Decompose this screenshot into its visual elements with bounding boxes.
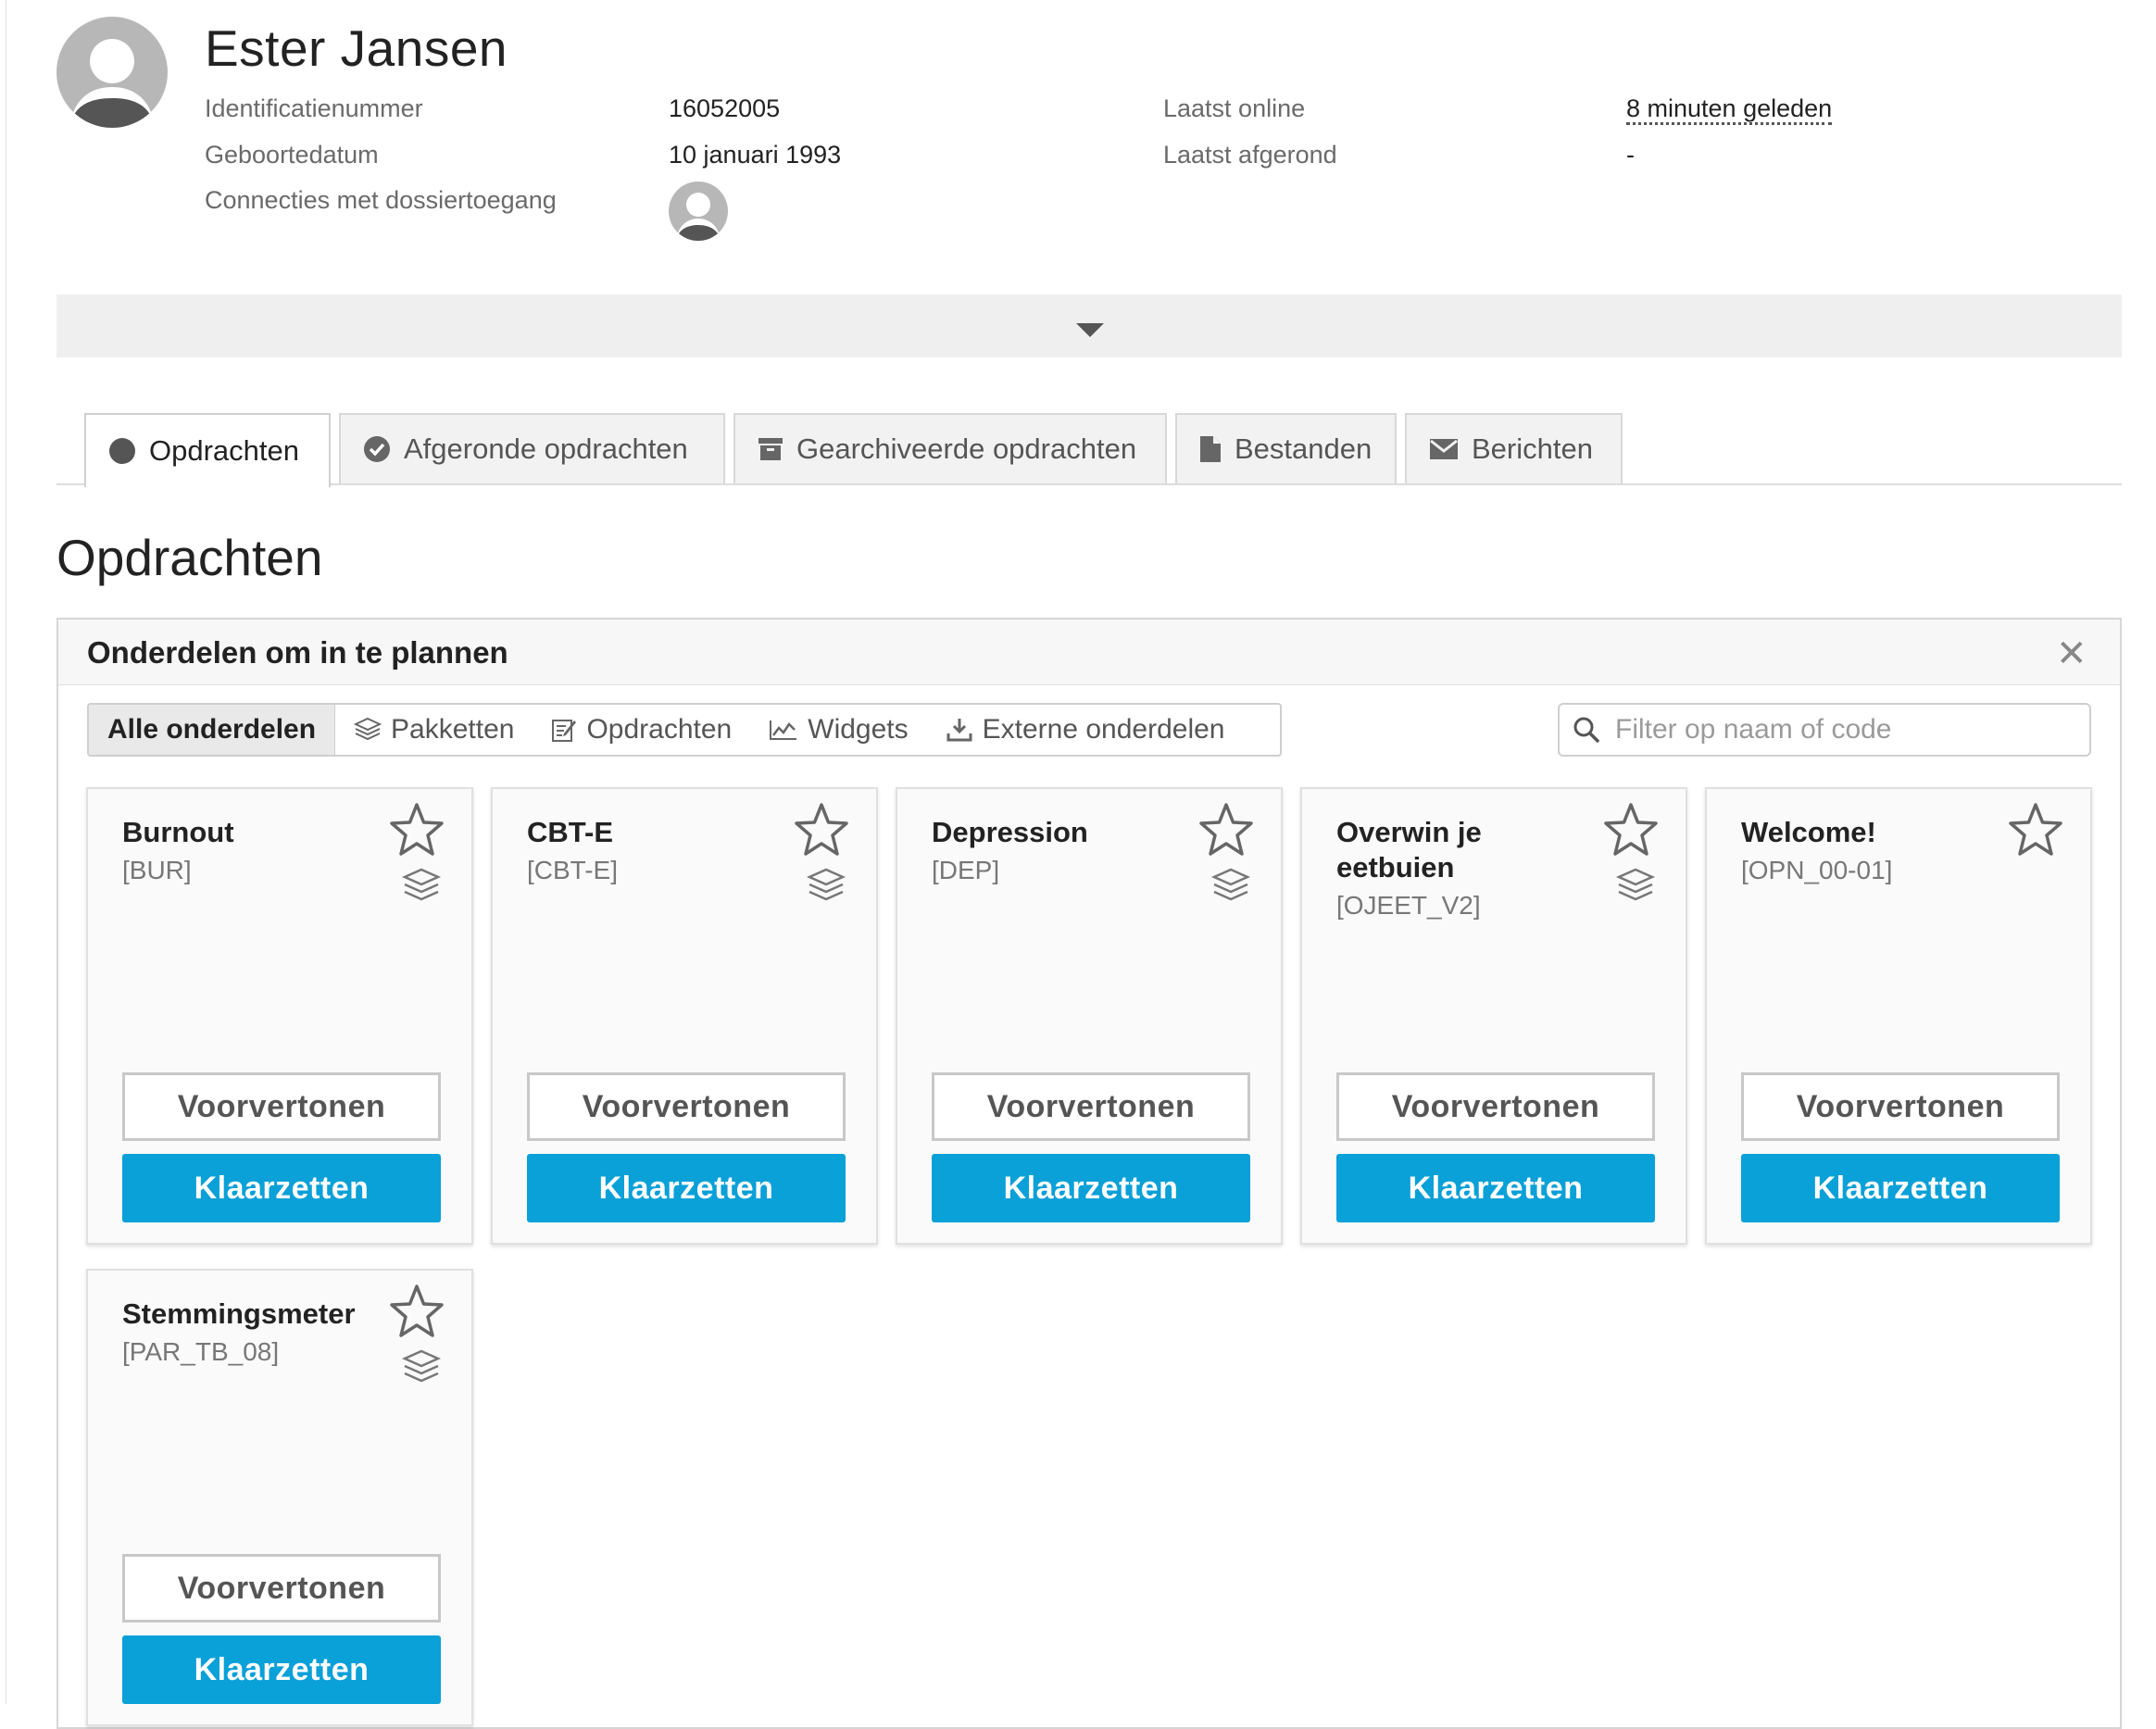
card-code: [PAR_TB_08] [122, 1337, 280, 1366]
panel-title: Onderdelen om in te plannen [87, 635, 508, 670]
tab-bar-line [56, 483, 2122, 485]
last-completed-value: - [1626, 141, 1635, 169]
stack-icon [354, 717, 382, 741]
preview-button[interactable]: Voorvertonen [122, 1072, 441, 1141]
tab-label: Berichten [1472, 432, 1593, 465]
filter-label: Externe onderdelen [982, 714, 1225, 745]
klaarzetten-button[interactable]: Klaarzetten [122, 1635, 441, 1704]
star-icon[interactable] [1602, 802, 1660, 858]
tab-bestanden[interactable]: Bestanden [1175, 413, 1397, 483]
card-title: Welcome! [1741, 816, 1876, 848]
filter-segmented-control: Alle onderdelen Pakketten Opdrachten Wid… [87, 703, 1282, 757]
line-chart-icon [770, 720, 797, 740]
star-icon[interactable] [793, 802, 850, 858]
id-value: 16052005 [669, 94, 781, 122]
connections-label: Connecties met dossiertoegang [205, 186, 557, 214]
archive-icon [758, 438, 783, 460]
file-icon [1200, 436, 1221, 462]
last-online-value[interactable]: 8 minuten geleden [1626, 94, 1833, 125]
user-silhouette-icon [69, 39, 155, 128]
tab-opdrachten[interactable]: Opdrachten [84, 413, 331, 487]
preview-button[interactable]: Voorvertonen [932, 1072, 1250, 1141]
card-title: Overwin je eetbuien [1336, 816, 1482, 883]
module-card: CBT-E [CBT-E] Voorvertonen Klaarzetten [491, 787, 878, 1245]
last-completed-label: Laatst afgerond [1163, 141, 1337, 169]
page-title: Opdrachten [56, 529, 323, 586]
klaarzetten-button[interactable]: Klaarzetten [527, 1154, 846, 1222]
dob-label: Geboortedatum [205, 141, 379, 169]
filter-widgets[interactable]: Widgets [750, 705, 926, 755]
card-title: Depression [932, 816, 1088, 848]
klaarzetten-button[interactable]: Klaarzetten [122, 1154, 441, 1222]
filter-search [1558, 703, 2091, 757]
star-icon[interactable] [2007, 802, 2064, 858]
preview-button[interactable]: Voorvertonen [527, 1072, 846, 1141]
client-name: Ester Jansen [205, 19, 508, 77]
id-label: Identificatienummer [205, 94, 423, 122]
search-input[interactable] [1613, 713, 2062, 746]
tab-label: Opdrachten [149, 434, 299, 467]
card-title: CBT-E [527, 816, 613, 848]
card-code: [BUR] [122, 856, 192, 884]
card-code: [OJEET_V2] [1336, 891, 1481, 920]
tab-berichten[interactable]: Berichten [1405, 413, 1623, 483]
tab-afgeronde-opdrachten[interactable]: Afgeronde opdrachten [339, 413, 725, 483]
filter-label: Pakketten [391, 714, 515, 745]
last-online-label: Laatst online [1163, 94, 1306, 122]
caret-down-icon[interactable] [1076, 323, 1104, 337]
stack-icon [1615, 868, 1656, 901]
tab-gearchiveerde-opdrachten[interactable]: Gearchiveerde opdrachten [733, 413, 1167, 483]
module-card: Overwin je eetbuien [OJEET_V2] Voorverto… [1300, 787, 1687, 1245]
search-icon [1573, 717, 1600, 744]
preview-button[interactable]: Voorvertonen [1741, 1072, 2060, 1141]
card-code: [CBT-E] [527, 856, 619, 884]
stack-icon [806, 868, 846, 901]
tab-label: Afgeronde opdrachten [404, 432, 688, 465]
check-circle-icon [364, 436, 390, 462]
klaarzetten-button[interactable]: Klaarzetten [1741, 1154, 2060, 1222]
stack-icon [401, 868, 442, 901]
dob-value: 10 januari 1993 [669, 141, 842, 169]
tab-label: Gearchiveerde opdrachten [796, 432, 1137, 465]
klaarzetten-button[interactable]: Klaarzetten [932, 1154, 1250, 1222]
card-title: Burnout [122, 816, 234, 848]
star-icon[interactable] [1197, 802, 1255, 858]
avatar [56, 17, 168, 128]
module-card: Depression [DEP] Voorvertonen Klaarzette… [896, 787, 1283, 1245]
connection-avatar[interactable] [669, 182, 728, 241]
filter-pakketten[interactable]: Pakketten [335, 705, 533, 755]
stack-icon [1210, 868, 1251, 901]
filter-label: Alle onderdelen [107, 714, 317, 745]
preview-button[interactable]: Voorvertonen [1336, 1072, 1655, 1141]
edit-icon [552, 720, 577, 742]
card-code: [DEP] [932, 856, 1000, 884]
klaarzetten-button[interactable]: Klaarzetten [1336, 1154, 1655, 1222]
module-card: Stemmingsmeter [PAR_TB_08] Voorvertonen … [86, 1269, 473, 1726]
filter-alle-onderdelen[interactable]: Alle onderdelen [89, 705, 336, 755]
envelope-icon [1430, 439, 1458, 459]
filter-externe-onderdelen[interactable]: Externe onderdelen [927, 705, 1244, 755]
module-card: Welcome! [OPN_00-01] Voorvertonen Klaarz… [1705, 787, 2092, 1245]
filter-label: Opdrachten [586, 714, 733, 745]
preview-button[interactable]: Voorvertonen [122, 1554, 441, 1623]
user-silhouette-icon [676, 193, 721, 241]
tab-label: Bestanden [1235, 432, 1373, 465]
filter-label: Widgets [808, 714, 909, 745]
star-icon[interactable] [388, 802, 445, 858]
star-icon[interactable] [388, 1284, 445, 1339]
card-code: [OPN_00-01] [1741, 856, 1893, 884]
card-title: Stemmingsmeter [122, 1297, 356, 1330]
download-icon [946, 719, 972, 742]
stack-icon [401, 1349, 442, 1383]
circle-icon [109, 438, 135, 464]
filter-opdrachten[interactable]: Opdrachten [533, 705, 750, 755]
module-card: Burnout [BUR] Voorvertonen Klaarzetten [86, 787, 473, 1245]
close-icon[interactable]: ✕ [2056, 635, 2087, 672]
